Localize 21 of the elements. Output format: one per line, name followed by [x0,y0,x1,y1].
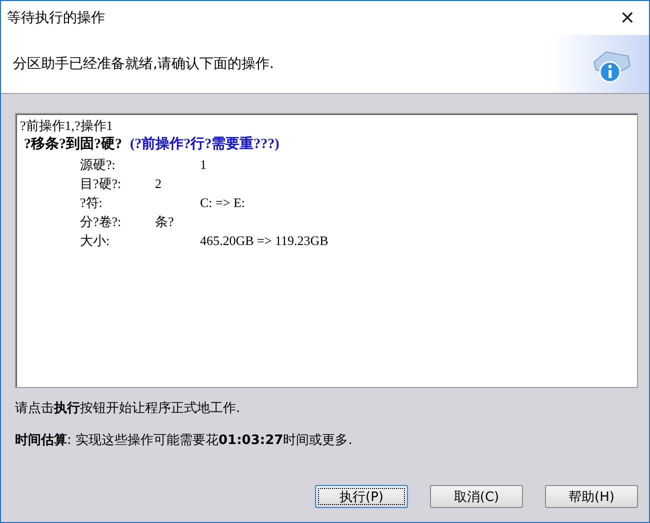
time-estimate-text: 时间估算: 实现这些操作可能需要花01:03:27时间或更多. [15,432,354,449]
detail-value: 1 [200,156,206,174]
close-button[interactable]: ✕ [616,8,639,28]
instruction-text: 请点击执行按钮开始让程序正式地工作. [15,400,242,418]
operation-note: (?前操作?行?需要重???) [130,135,280,154]
window-title: 等待执行的操作 [7,9,105,27]
detail-label: 目?硬?: [80,175,122,193]
detail-label: 大小: [80,232,111,250]
detail-value: C: => E: [200,194,245,212]
detail-label: 分?卷?: [80,213,122,231]
header-message: 分区助手已经准备就绪,请确认下面的操作. [13,55,274,73]
detail-value: 465.20GB => 119.23GB [200,232,328,250]
dialog-button[interactable]: 执行(P) [315,485,408,508]
dialog-button[interactable]: 取消(C) [430,485,523,508]
detail-value: 2 [155,175,162,193]
operation-summary: ?前操作1,?操作1 [20,117,114,135]
dialog-button[interactable]: 帮助(H) [545,485,638,508]
detail-label: 源硬?: [80,156,116,174]
detail-label: ?符: [80,194,104,212]
operation-title: ?移条?到固?硬? [24,135,122,154]
detail-value: 条? [155,213,174,231]
